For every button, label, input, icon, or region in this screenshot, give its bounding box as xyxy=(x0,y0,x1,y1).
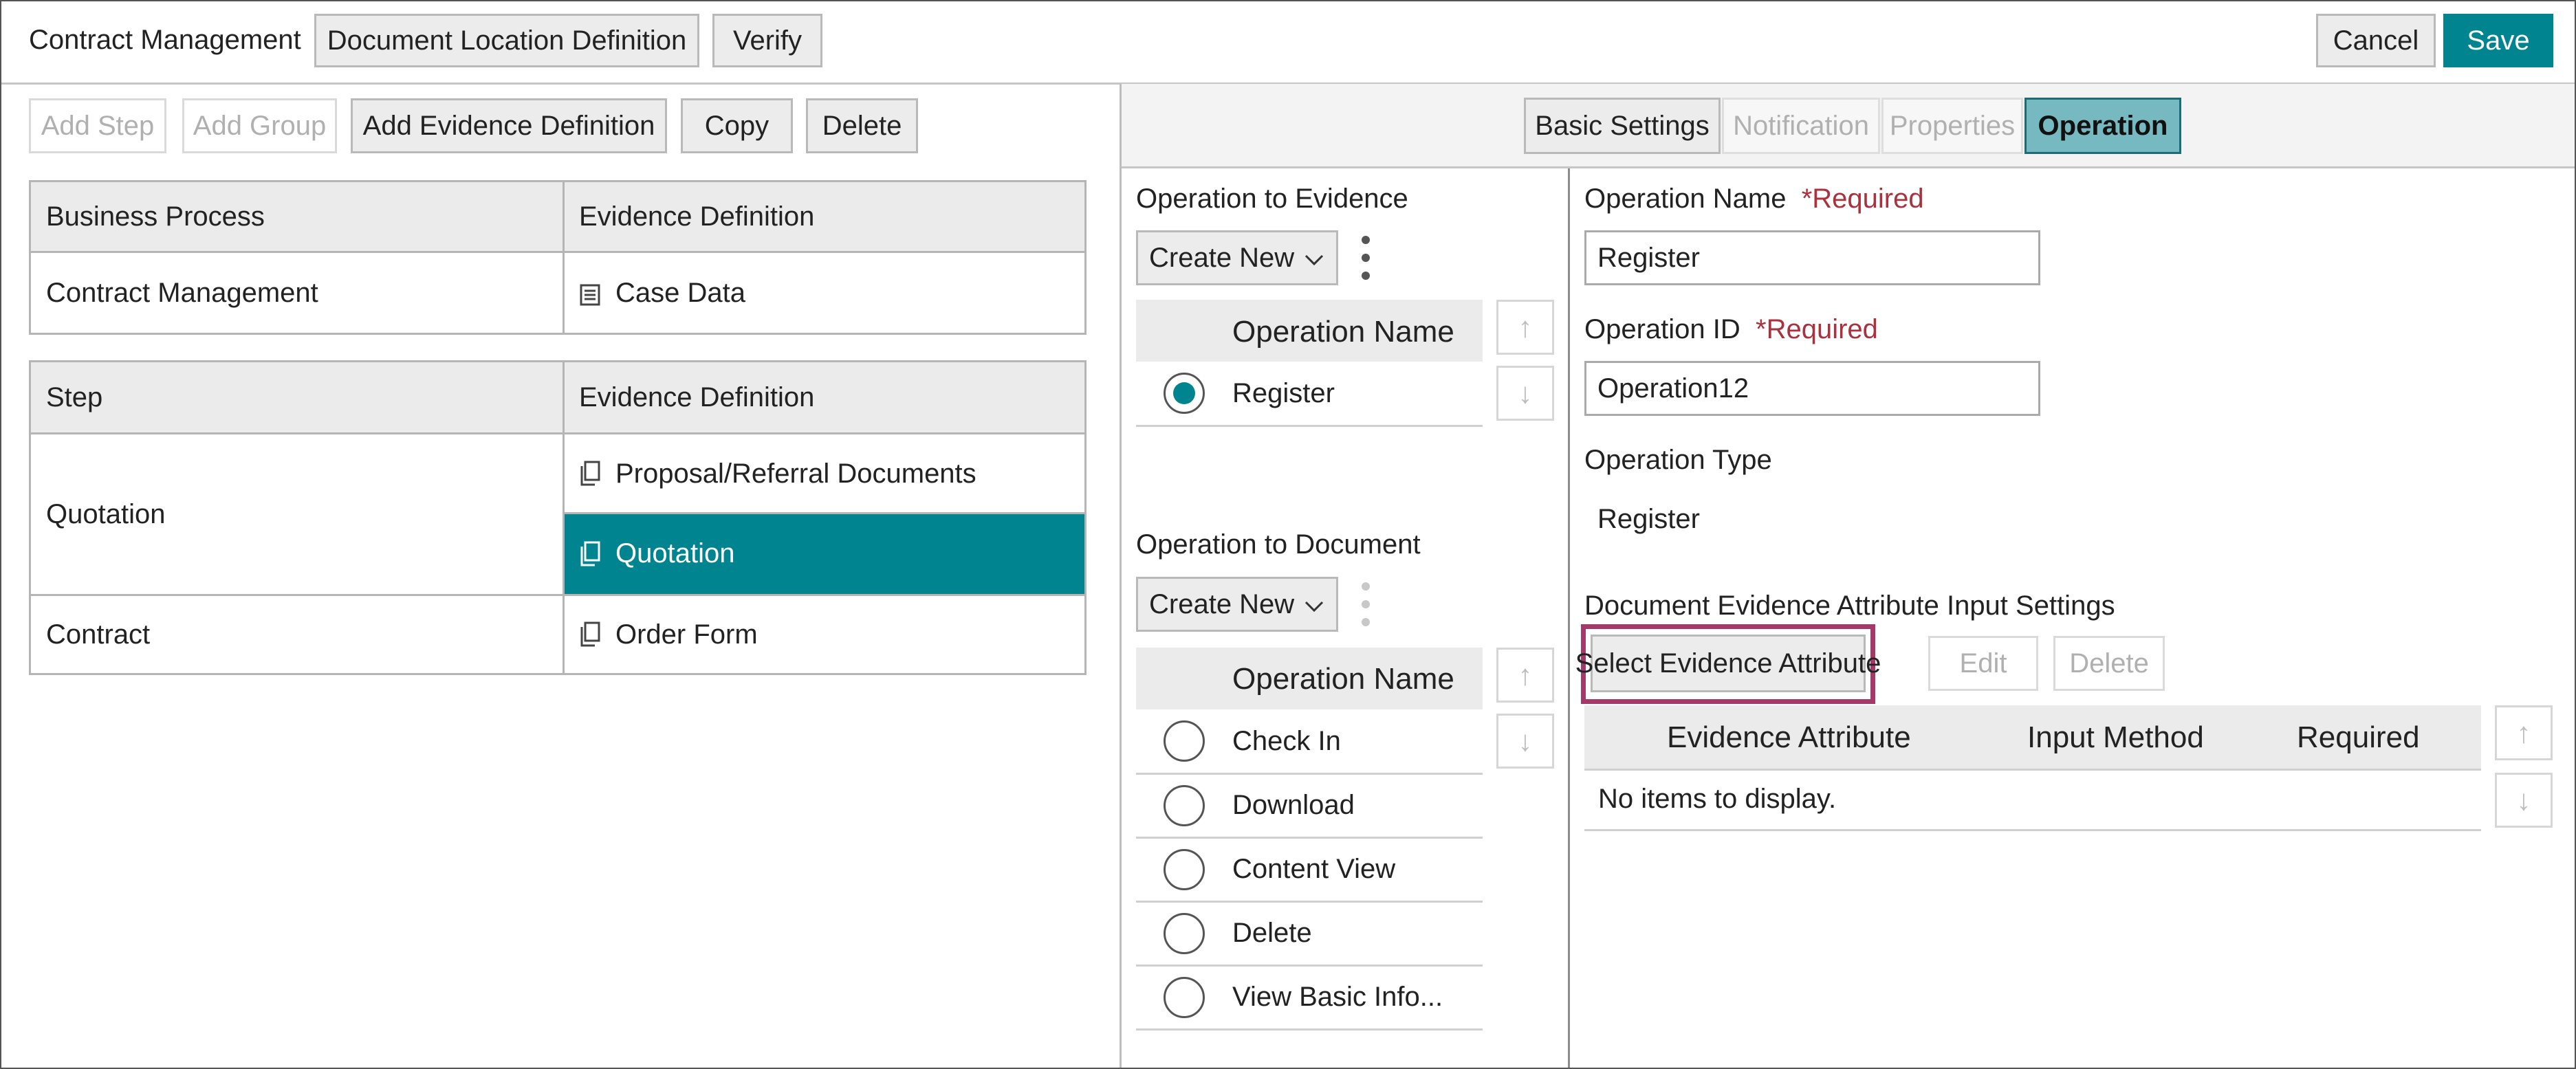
evidence-order-form[interactable]: Order Form xyxy=(565,596,1084,673)
form-divider xyxy=(1568,168,1570,1068)
edit-button[interactable]: Edit xyxy=(1928,636,2038,691)
create-new-document-dropdown[interactable]: Create New xyxy=(1136,577,1338,632)
copy-button[interactable]: Copy xyxy=(681,98,793,153)
radio-icon[interactable] xyxy=(1164,785,1205,826)
dropdown-label: Create New xyxy=(1149,242,1295,273)
operation-download: Download xyxy=(1232,790,1355,820)
evidence-label: Order Form xyxy=(615,619,758,650)
more-vertical-icon[interactable] xyxy=(1359,577,1373,632)
step-table: Step Evidence Definition Quotation Propo… xyxy=(29,360,1087,675)
evidence-quotation-selected[interactable]: Quotation xyxy=(565,514,1084,594)
required-marker: *Required xyxy=(1801,184,1924,214)
list-item[interactable]: Delete xyxy=(1136,902,1483,965)
delete-button[interactable]: Delete xyxy=(806,98,918,153)
column-header-evidence-definition: Evidence Definition xyxy=(564,362,1084,432)
operation-register: Register xyxy=(1232,378,1335,408)
operation-type-value: Register xyxy=(1584,492,2040,547)
list-item[interactable]: Content View xyxy=(1136,838,1483,901)
column-header-operation-name: Operation Name xyxy=(1232,662,1454,696)
dropdown-label: Create New xyxy=(1149,588,1295,619)
radio-icon[interactable] xyxy=(1164,849,1205,890)
tab-operation[interactable]: Operation xyxy=(2024,98,2181,154)
operation-name-label: Operation Name *Required xyxy=(1584,184,1924,214)
document-icon xyxy=(580,461,600,487)
evidence-case-data[interactable]: Case Data xyxy=(565,253,1084,333)
operation-delete: Delete xyxy=(1232,918,1312,948)
left-panel-divider xyxy=(1120,84,1122,1068)
evidence-proposal-referral-documents[interactable]: Proposal/Referral Documents xyxy=(565,434,1084,513)
evidence-label: Case Data xyxy=(615,277,745,308)
list-item[interactable]: Download xyxy=(1136,774,1483,837)
save-button[interactable]: Save xyxy=(2443,14,2553,67)
cancel-button[interactable]: Cancel xyxy=(2316,14,2436,67)
chevron-down-icon xyxy=(1304,589,1324,620)
radio-icon[interactable] xyxy=(1164,913,1205,954)
radio-icon[interactable] xyxy=(1164,720,1205,762)
operation-check-in: Check In xyxy=(1232,726,1341,756)
select-evidence-attribute-button[interactable]: Select Evidence Attribute xyxy=(1575,635,1881,692)
column-header-business-process: Business Process xyxy=(31,182,564,251)
move-down-icon[interactable]: ↓ xyxy=(2495,773,2553,828)
radio-selected-icon[interactable] xyxy=(1164,373,1205,414)
document-icon xyxy=(580,621,600,648)
create-new-evidence-dropdown[interactable]: Create New xyxy=(1136,230,1338,285)
table-row-process[interactable]: Contract Management xyxy=(31,253,563,333)
operation-content-view: Content View xyxy=(1232,854,1396,884)
add-step-button[interactable]: Add Step xyxy=(29,98,166,153)
add-evidence-definition-button[interactable]: Add Evidence Definition xyxy=(351,98,667,153)
move-up-icon[interactable]: ↑ xyxy=(2495,705,2553,760)
column-header-evidence-attribute: Evidence Attribute xyxy=(1667,720,1911,754)
evidence-label: Proposal/Referral Documents xyxy=(615,458,976,489)
chevron-down-icon xyxy=(1304,243,1324,274)
move-down-icon[interactable]: ↓ xyxy=(1496,714,1554,769)
list-item[interactable]: Check In xyxy=(1136,709,1483,773)
column-header-operation-name: Operation Name xyxy=(1232,315,1454,349)
operation-to-evidence-title: Operation to Evidence xyxy=(1136,184,1408,214)
column-header-input-method: Input Method xyxy=(2027,720,2204,754)
column-header-evidence-definition: Evidence Definition xyxy=(564,182,1084,251)
step-quotation[interactable]: Quotation xyxy=(31,434,563,594)
tab-properties[interactable]: Properties xyxy=(1881,98,2023,154)
app-title: Contract Management xyxy=(29,25,301,55)
list-item[interactable]: Register xyxy=(1136,362,1483,426)
step-contract[interactable]: Contract xyxy=(31,596,563,673)
list-icon xyxy=(580,282,600,306)
column-header-required: Required xyxy=(2297,720,2420,754)
tab-basic-settings[interactable]: Basic Settings xyxy=(1524,98,1721,154)
operation-to-document-title: Operation to Document xyxy=(1136,529,1421,560)
move-up-icon[interactable]: ↑ xyxy=(1496,648,1554,703)
radio-icon[interactable] xyxy=(1164,977,1205,1018)
add-group-button[interactable]: Add Group xyxy=(182,98,337,153)
operation-type-label: Operation Type xyxy=(1584,445,1772,475)
move-up-icon[interactable]: ↑ xyxy=(1496,300,1554,355)
business-process-table: Business Process Evidence Definition Con… xyxy=(29,180,1087,335)
operation-id-field[interactable]: Operation12 xyxy=(1584,361,2040,416)
column-header-step: Step xyxy=(31,362,564,432)
more-vertical-icon[interactable] xyxy=(1359,230,1373,285)
evidence-label: Quotation xyxy=(615,538,735,569)
empty-message: No items to display. xyxy=(1598,784,1837,814)
tab-notification[interactable]: Notification xyxy=(1722,98,1880,154)
operation-view-basic-info: View Basic Info... xyxy=(1232,982,1443,1012)
required-marker: *Required xyxy=(1756,314,1878,344)
operation-id-label: Operation ID *Required xyxy=(1584,314,1878,344)
operation-name-field[interactable]: Register xyxy=(1584,230,2040,285)
attribute-section-title: Document Evidence Attribute Input Settin… xyxy=(1584,591,2115,621)
list-item[interactable]: View Basic Info... xyxy=(1136,966,1483,1029)
document-icon xyxy=(580,541,600,567)
verify-button[interactable]: Verify xyxy=(712,14,822,67)
document-location-definition-button[interactable]: Document Location Definition xyxy=(314,14,699,67)
attribute-delete-button[interactable]: Delete xyxy=(2053,636,2165,691)
move-down-icon[interactable]: ↓ xyxy=(1496,366,1554,421)
